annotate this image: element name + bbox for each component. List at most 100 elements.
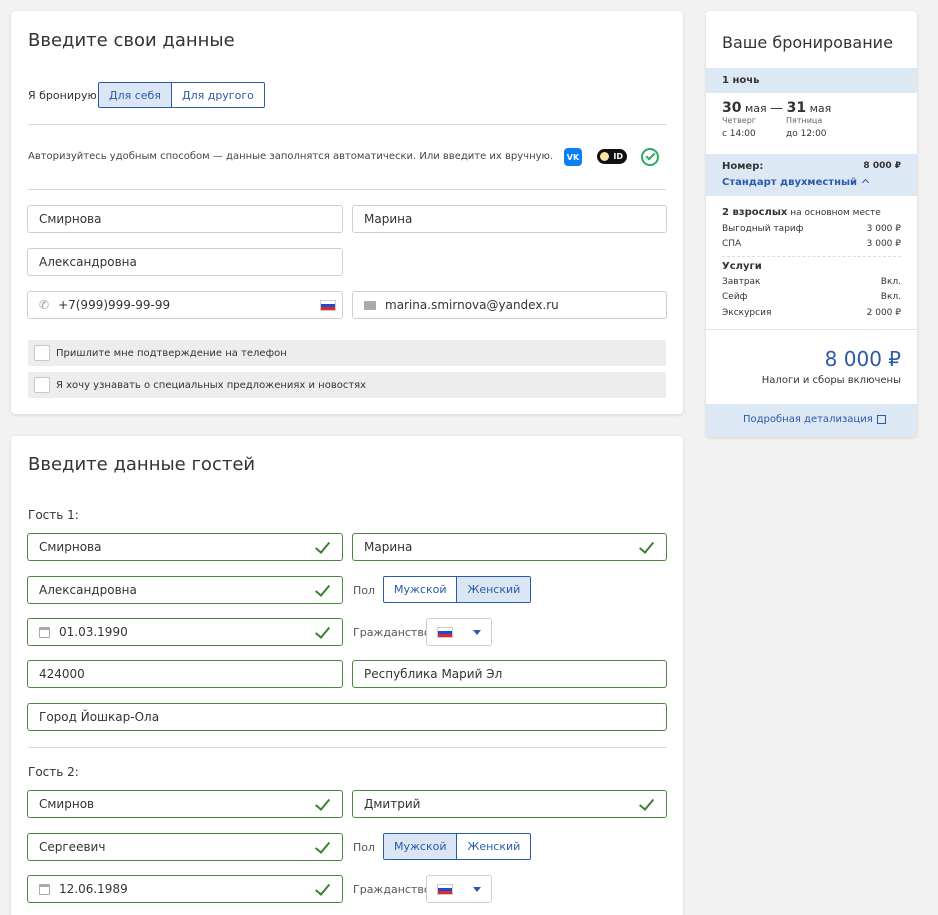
total-price: 8 000 ₽: [824, 347, 901, 371]
personal-data-title: Введите свои данные: [28, 30, 235, 51]
valid-check-icon: [315, 881, 333, 897]
divider: [706, 329, 917, 330]
valid-check-icon: [315, 624, 333, 640]
middle-name-input[interactable]: Александровна: [27, 248, 343, 276]
checkout-time: до 12:00: [786, 129, 827, 139]
guest1-citizenship-select[interactable]: [426, 618, 492, 646]
guest1-last-name-input[interactable]: Смирнова: [27, 533, 343, 561]
email-input[interactable]: marina.smirnova@yandex.ru: [352, 291, 667, 319]
tariff-row: Выгодный тариф 3 000 ₽: [722, 224, 901, 234]
id-icon[interactable]: ID: [597, 149, 627, 164]
checkin-month: мая: [744, 102, 767, 115]
russia-flag-icon: [437, 884, 453, 895]
chevron-down-icon: [473, 887, 481, 892]
guest2-first-name-input[interactable]: Дмитрий: [352, 790, 667, 818]
checkmark-icon[interactable]: [641, 148, 659, 166]
auth-hint: Авторизуйтесь удобным способом — данные …: [28, 151, 554, 162]
spa-row: СПА 3 000 ₽: [722, 239, 901, 249]
guest-label: Гость 2:: [28, 765, 79, 779]
phone-confirm-checkbox[interactable]: [34, 345, 50, 361]
valid-check-icon: [315, 539, 333, 555]
guest2-gender-toggle: Мужской Женский: [383, 833, 532, 860]
checkout-month: мая: [809, 102, 832, 115]
guests-count: 2 взрослых на основном месте: [722, 207, 881, 218]
newsletter-checkbox[interactable]: [34, 377, 50, 393]
booking-for-self-button[interactable]: Для себя: [99, 83, 171, 107]
checkout-day: 31: [786, 100, 807, 116]
divider: [28, 189, 666, 190]
service-row: Завтрак Вкл.: [722, 277, 901, 287]
citizenship-label: Гражданство: [353, 883, 431, 896]
room-price: 8 000 ₽: [863, 161, 901, 171]
gender-female-button[interactable]: Женский: [456, 834, 530, 859]
gender-label: Пол: [353, 584, 376, 597]
service-row: Сейф Вкл.: [722, 292, 901, 302]
valid-check-icon: [639, 539, 657, 555]
guest2-last-name-input[interactable]: Смирнов: [27, 790, 343, 818]
phone-confirm-label: Пришлите мне подтверждение на телефон: [56, 347, 287, 359]
guest1-city-input[interactable]: Город Йошкар-Ола: [27, 703, 667, 731]
personal-data-card: Введите свои данные Я бронирую Для себя …: [11, 11, 683, 414]
russia-flag-icon: [437, 627, 453, 638]
valid-check-icon: [639, 796, 657, 812]
stay-dates: 30 мая — 31 мая: [722, 100, 831, 116]
vk-icon[interactable]: VK: [564, 148, 582, 166]
booking-for-toggle: Для себя Для другого: [98, 82, 265, 108]
valid-check-icon: [315, 796, 333, 812]
first-name-input[interactable]: Марина: [352, 205, 667, 233]
guest2-middle-name-input[interactable]: Сергеевич: [27, 833, 343, 861]
last-name-input[interactable]: Смирнова: [27, 205, 343, 233]
checkin-weekday: Четверг: [722, 116, 756, 125]
gender-male-button[interactable]: Мужской: [384, 834, 457, 859]
guest1-first-name-input[interactable]: Марина: [352, 533, 667, 561]
guest2-birthdate-input[interactable]: 12.06.1989: [27, 875, 343, 903]
guest1-gender-toggle: Мужской Женский: [383, 576, 532, 603]
russia-flag-icon: [320, 300, 336, 311]
room-name-link[interactable]: Стандарт двухместный: [722, 177, 869, 188]
gender-female-button[interactable]: Женский: [456, 577, 531, 602]
divider: [28, 747, 666, 748]
newsletter-checkbox-row[interactable]: Я хочу узнавать о специальных предложени…: [28, 372, 666, 398]
valid-check-icon: [315, 839, 333, 855]
guests-card: Введите данные гостей Гость 1: Смирнова …: [11, 436, 683, 915]
guest1-middle-name-input[interactable]: Александровна: [27, 576, 343, 604]
calendar-icon: [39, 883, 50, 895]
room-bar: Номер: 8 000 ₽ Стандарт двухместный: [706, 154, 917, 196]
guest1-region-input[interactable]: Республика Марий Эл: [352, 660, 667, 688]
calendar-icon: [39, 626, 50, 638]
taxes-note: Налоги и сборы включены: [761, 375, 901, 386]
citizenship-label: Гражданство: [353, 626, 431, 639]
divider: [28, 124, 666, 125]
phone-icon: ✆: [39, 298, 50, 312]
details-link[interactable]: Подробная детализация: [743, 414, 886, 425]
details-bar: Подробная детализация: [706, 404, 917, 437]
booking-for-label: Я бронирую: [28, 89, 97, 102]
room-label: Номер:: [722, 161, 764, 172]
chevron-up-icon: [861, 178, 869, 186]
phone-input[interactable]: ✆ +7(999)999-99-99: [27, 291, 343, 319]
guest2-citizenship-select[interactable]: [426, 875, 492, 903]
phone-confirm-checkbox-row[interactable]: Пришлите мне подтверждение на телефон: [28, 340, 666, 366]
booking-for-other-button[interactable]: Для другого: [170, 83, 264, 107]
gender-male-button[interactable]: Мужской: [384, 577, 456, 602]
guest1-birthdate-input[interactable]: 01.03.1990: [27, 618, 343, 646]
checkin-day: 30: [722, 100, 742, 116]
booking-summary: Ваше бронирование 1 ночь 30 мая — 31 мая…: [706, 11, 917, 437]
guests-title: Введите данные гостей: [28, 454, 256, 475]
nights-count: 1 ночь: [722, 75, 760, 86]
date-dash: —: [770, 101, 784, 116]
newsletter-label: Я хочу узнавать о специальных предложени…: [56, 379, 367, 391]
summary-title: Ваше бронирование: [722, 33, 893, 52]
divider: [722, 256, 901, 257]
envelope-icon: [364, 300, 376, 310]
gender-label: Пол: [353, 841, 376, 854]
checkin-time: с 14:00: [722, 129, 756, 139]
guest-label: Гость 1:: [28, 508, 79, 522]
valid-check-icon: [315, 582, 333, 598]
nights-bar: 1 ночь: [706, 68, 917, 93]
service-row: Экскурсия 2 000 ₽: [722, 308, 901, 318]
guest1-postal-code-input[interactable]: 424000: [27, 660, 343, 688]
services-title: Услуги: [722, 261, 762, 272]
checkout-weekday: Пятница: [786, 116, 823, 125]
external-link-icon: [876, 414, 886, 424]
